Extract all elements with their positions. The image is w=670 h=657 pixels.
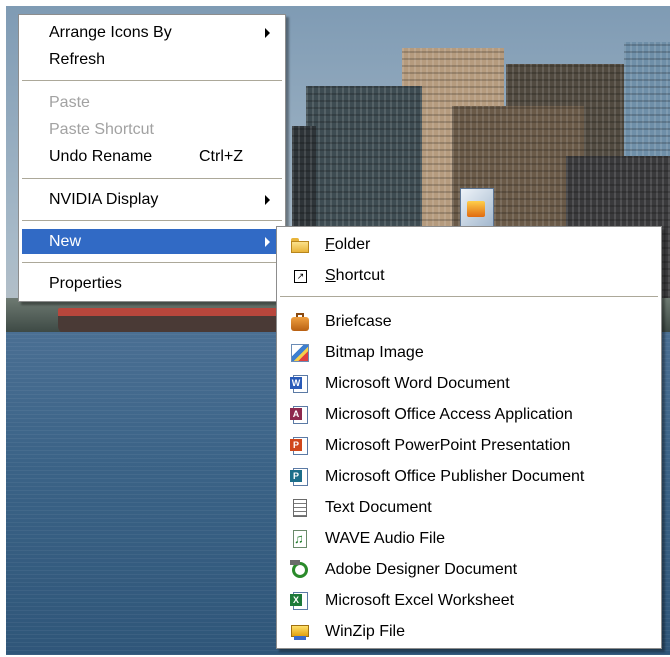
winzip-file-icon — [290, 622, 310, 642]
menu-item-label: Microsoft Word Document — [325, 375, 510, 392]
menu-item-label: Paste Shortcut — [49, 121, 154, 138]
new-briefcase-item[interactable]: Briefcase — [280, 307, 658, 337]
desktop-context-menu: Arrange Icons By Refresh Paste Paste Sho… — [18, 14, 286, 302]
menu-item-label: Refresh — [49, 51, 106, 68]
submenu-arrow-icon — [265, 237, 270, 247]
new-powerpoint-presentation-item[interactable]: Microsoft PowerPoint Presentation — [280, 431, 658, 461]
menu-item-refresh[interactable]: Refresh — [22, 47, 282, 72]
publisher-document-icon — [290, 467, 310, 487]
menu-item-nvidia-display[interactable]: NVIDIA Display — [22, 187, 282, 212]
new-shortcut-item[interactable]: Shortcut — [280, 261, 658, 291]
menu-item-label: Folder — [325, 236, 371, 253]
menu-item-paste-shortcut[interactable]: Paste Shortcut — [22, 117, 282, 142]
wave-audio-icon — [290, 529, 310, 549]
new-excel-worksheet-item[interactable]: Microsoft Excel Worksheet — [280, 586, 658, 616]
shortcut-icon — [290, 266, 310, 286]
menu-item-paste[interactable]: Paste — [22, 90, 282, 115]
menu-separator — [22, 220, 282, 221]
menu-item-new[interactable]: New — [22, 229, 282, 254]
bitmap-image-icon — [290, 343, 310, 363]
new-wave-audio-item[interactable]: WAVE Audio File — [280, 524, 658, 554]
menu-item-label: WinZip File — [325, 623, 406, 640]
menu-item-label: Shortcut — [325, 267, 385, 284]
menu-item-label: Adobe Designer Document — [325, 561, 518, 578]
word-document-icon — [290, 374, 310, 394]
menu-item-label: Microsoft PowerPoint Presentation — [325, 437, 571, 454]
menu-separator — [22, 178, 282, 179]
submenu-arrow-icon — [265, 28, 270, 38]
menu-item-label: Microsoft Office Publisher Document — [325, 468, 585, 485]
menu-item-label: Text Document — [325, 499, 432, 516]
new-text-document-item[interactable]: Text Document — [280, 493, 658, 523]
menu-item-label: Bitmap Image — [325, 344, 424, 361]
menu-item-label: New — [49, 233, 82, 250]
text-document-icon — [290, 498, 310, 518]
menu-item-label: WAVE Audio File — [325, 530, 446, 547]
submenu-arrow-icon — [265, 195, 270, 205]
menu-separator — [22, 262, 282, 263]
folder-icon — [290, 235, 310, 255]
new-access-application-item[interactable]: Microsoft Office Access Application — [280, 400, 658, 430]
menu-item-label: Paste — [49, 94, 90, 111]
access-application-icon — [290, 405, 310, 425]
new-publisher-document-item[interactable]: Microsoft Office Publisher Document — [280, 462, 658, 492]
menu-item-label: Arrange Icons By — [49, 24, 172, 41]
new-winzip-file-item[interactable]: WinZip File — [280, 617, 658, 647]
excel-worksheet-icon — [290, 591, 310, 611]
menu-item-arrange-icons-by[interactable]: Arrange Icons By — [22, 20, 282, 45]
menu-item-undo-rename[interactable]: Undo Rename Ctrl+Z — [22, 144, 282, 169]
menu-item-label: Properties — [49, 275, 122, 292]
menu-separator — [280, 296, 658, 297]
new-bitmap-image-item[interactable]: Bitmap Image — [280, 338, 658, 368]
menu-separator — [22, 80, 282, 81]
new-word-document-item[interactable]: Microsoft Word Document — [280, 369, 658, 399]
menu-item-label: Briefcase — [325, 313, 392, 330]
adobe-designer-icon — [290, 560, 310, 580]
menu-item-properties[interactable]: Properties — [22, 271, 282, 296]
menu-item-label: Microsoft Excel Worksheet — [325, 592, 515, 609]
briefcase-icon — [290, 312, 310, 332]
new-folder-item[interactable]: Folder — [280, 230, 658, 260]
powerpoint-presentation-icon — [290, 436, 310, 456]
menu-item-label: Microsoft Office Access Application — [325, 406, 573, 423]
new-adobe-designer-item[interactable]: Adobe Designer Document — [280, 555, 658, 585]
boat — [58, 308, 288, 334]
menu-item-label: NVIDIA Display — [49, 191, 159, 208]
menu-item-label: Undo Rename — [49, 148, 153, 165]
desktop-file-icon[interactable] — [460, 188, 494, 230]
new-submenu: Folder Shortcut Briefcase Bitmap Image M… — [276, 226, 662, 649]
menu-item-shortcut: Ctrl+Z — [199, 148, 243, 165]
